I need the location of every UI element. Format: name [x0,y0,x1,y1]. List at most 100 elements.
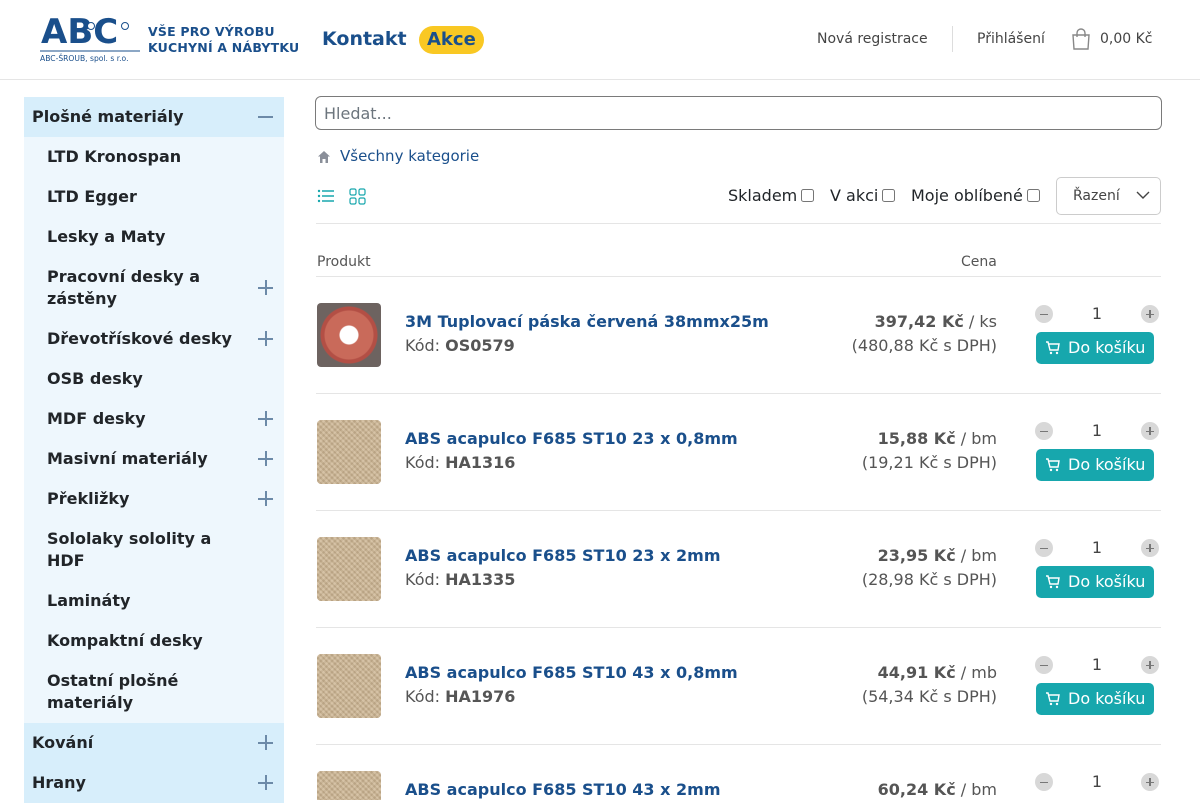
quantity-value[interactable]: 1 [1086,772,1108,791]
price-with-vat: (54,34 Kč s DPH) [861,687,997,706]
quantity-increase-icon[interactable] [1141,773,1159,791]
sidebar-item-preklizky[interactable]: Překližky [24,479,284,519]
cart-total[interactable]: 0,00 Kč [1100,31,1153,47]
quantity-increase-icon[interactable] [1141,656,1159,674]
nav-kontakt-link[interactable]: Kontakt [322,28,407,50]
sidebar-item-sololaky[interactable]: Sololaky sololity a HDF [24,519,284,581]
list-view-icon[interactable] [317,188,335,204]
quantity-value[interactable]: 1 [1086,304,1108,323]
sidebar-item-ltd-egger[interactable]: LTD Egger [24,177,284,217]
product-code: Kód: HA1335 [405,570,515,589]
product-name-link[interactable]: ABS acapulco F685 ST10 23 x 0,8mm [405,429,738,448]
filter-label: Skladem [728,186,798,205]
shopping-bag-icon[interactable] [1071,28,1091,50]
sidebar-item-masivni-materialy[interactable]: Masivní materiály [24,439,284,479]
quantity-decrease-icon[interactable] [1035,305,1053,323]
filter-oblibene[interactable]: Moje oblíbené [911,186,1040,205]
product-price: 397,42 Kč / ks [875,312,997,331]
sidebar-item-pracovni-desky[interactable]: Pracovní desky a zástěny [24,257,284,319]
price-with-vat: (480,88 Kč s DPH) [851,336,997,355]
quantity-increase-icon[interactable] [1141,305,1159,323]
quantity-decrease-icon[interactable] [1035,422,1053,440]
expand-plus-icon[interactable] [258,775,274,791]
category-hrany[interactable]: Hrany [24,763,284,803]
sidebar-item-lesky-a-maty[interactable]: Lesky a Maty [24,217,284,257]
filter-skladem[interactable]: Skladem [728,186,815,205]
search-input[interactable] [315,96,1162,130]
sidebar-item-osb-desky[interactable]: OSB desky [24,359,284,399]
code-value: HA1976 [445,687,516,706]
product-code: Kód: HA1976 [405,687,515,706]
category-kovani[interactable]: Kování [24,723,284,763]
filter-v-akci[interactable]: V akci [830,186,896,205]
product-name-link[interactable]: 3M Tuplovací páska červená 38mmx25m [405,312,769,331]
sidebar-item-kompaktni-desky[interactable]: Kompaktní desky [24,621,284,661]
collapse-minus-icon[interactable] [258,109,274,125]
product-price: 15,88 Kč / bm [878,429,997,448]
category-label: Kování [32,733,94,752]
expand-plus-icon[interactable] [258,491,274,507]
subcategory-label: LTD Kronospan [47,147,182,166]
logo-text: ABC [41,14,118,52]
table-row: ABS acapulco F685 ST10 43 x 2mm 60,24 Kč… [316,745,1161,800]
table-row: ABS acapulco F685 ST10 43 x 0,8mm Kód: H… [316,628,1161,745]
product-image[interactable] [317,420,381,484]
quantity-value[interactable]: 1 [1086,421,1108,440]
login-link[interactable]: Přihlášení [977,31,1045,47]
v-akci-checkbox[interactable] [882,189,896,202]
company-logo[interactable]: ABC ABC-ŠROUB, spol. s r.o. [40,14,140,64]
grid-view-icon[interactable] [349,188,367,206]
sidebar-item-laminaty[interactable]: Lamináty [24,581,284,621]
quantity-value[interactable]: 1 [1086,655,1108,674]
product-name-link[interactable]: ABS acapulco F685 ST10 43 x 0,8mm [405,663,738,682]
add-to-cart-button[interactable]: Do košíku [1036,332,1154,364]
add-to-cart-label: Do košíku [1068,338,1146,357]
product-name-link[interactable]: ABS acapulco F685 ST10 43 x 2mm [405,780,721,799]
category-plosne-materialy[interactable]: Plošné materiály [24,97,284,137]
product-image[interactable] [317,771,381,800]
tagline-line2: KUCHYNÍ A NÁBYTKU [148,40,300,55]
table-row: 3M Tuplovací páska červená 38mmx25m Kód:… [316,277,1161,394]
quantity-decrease-icon[interactable] [1035,539,1053,557]
product-image[interactable] [317,303,381,367]
product-name-link[interactable]: ABS acapulco F685 ST10 23 x 2mm [405,546,721,565]
logo-company: ABC-ŠROUB, spol. s r.o. [40,54,128,63]
product-image[interactable] [317,654,381,718]
home-icon[interactable] [317,150,331,164]
breadcrumb-all-categories[interactable]: Všechny kategorie [340,147,479,165]
sort-dropdown[interactable]: Řazení [1056,177,1161,215]
expand-plus-icon[interactable] [258,411,274,427]
registration-link[interactable]: Nová registrace [817,31,928,47]
sidebar-item-ostatni[interactable]: Ostatní plošné materiály [24,661,284,723]
quantity-decrease-icon[interactable] [1035,773,1053,791]
expand-plus-icon[interactable] [258,331,274,347]
sidebar-item-drevotriskove-desky[interactable]: Dřevotřískové desky [24,319,284,359]
add-to-cart-label: Do košíku [1068,455,1146,474]
sidebar-item-ltd-kronospan[interactable]: LTD Kronospan [24,137,284,177]
quantity-value[interactable]: 1 [1086,538,1108,557]
add-to-cart-button[interactable]: Do košíku [1036,449,1154,481]
sidebar-item-mdf-desky[interactable]: MDF desky [24,399,284,439]
quantity-increase-icon[interactable] [1141,539,1159,557]
add-to-cart-button[interactable]: Do košíku [1036,566,1154,598]
subcategory-label: MDF desky [47,409,146,428]
price-value: 44,91 Kč [877,663,956,682]
cart-icon [1046,575,1060,589]
cart-icon [1046,692,1060,706]
quantity-increase-icon[interactable] [1141,422,1159,440]
expand-plus-icon[interactable] [258,280,274,296]
header-divider [952,26,953,52]
subcategory-label: LTD Egger [47,187,137,206]
sort-label: Řazení [1073,188,1120,204]
subcategory-label: Dřevotřískové desky [47,329,232,348]
add-to-cart-button[interactable]: Do košíku [1036,683,1154,715]
expand-plus-icon[interactable] [258,735,274,751]
oblibene-checkbox[interactable] [1026,189,1040,202]
product-image[interactable] [317,537,381,601]
skladem-checkbox[interactable] [801,189,815,202]
quantity-decrease-icon[interactable] [1035,656,1053,674]
nav-akce-link[interactable]: Akce [419,26,484,54]
price-value: 15,88 Kč [877,429,956,448]
add-to-cart-label: Do košíku [1068,572,1146,591]
expand-plus-icon[interactable] [258,451,274,467]
